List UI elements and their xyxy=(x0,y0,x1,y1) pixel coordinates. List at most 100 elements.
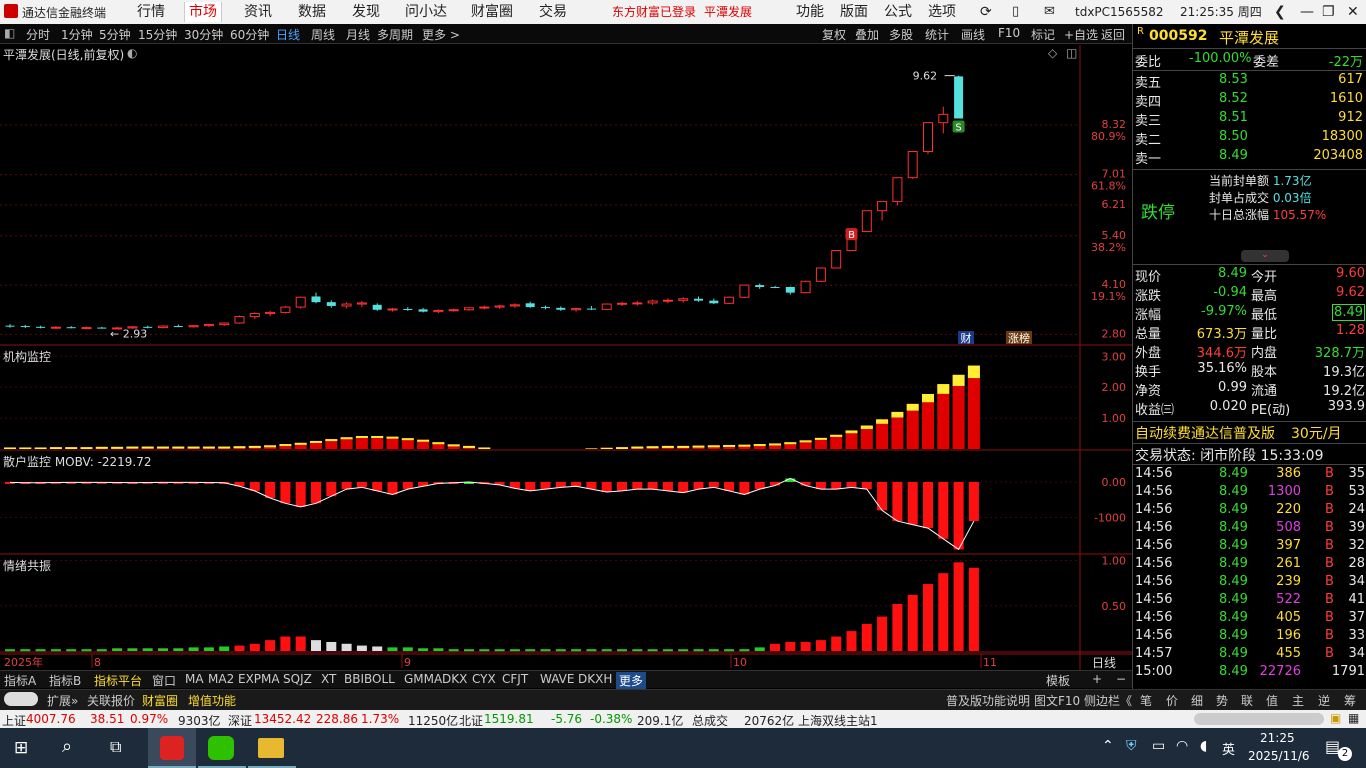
candle[interactable] xyxy=(81,326,92,330)
side-chou[interactable]: 筹 xyxy=(1344,692,1356,709)
menu-shuju[interactable]: 数据 xyxy=(298,2,326,22)
candle[interactable] xyxy=(954,75,964,119)
tick-row[interactable]: 14:56 8.49 522 B 41 xyxy=(1133,592,1366,611)
candle[interactable] xyxy=(709,298,719,305)
tick-row[interactable]: 14:56 8.49 239 B 34 xyxy=(1133,574,1366,593)
taskbar-date[interactable]: 2025/11/6 xyxy=(1248,749,1310,763)
candle[interactable] xyxy=(36,325,46,329)
period-more[interactable]: 更多 > xyxy=(422,26,460,43)
period-week[interactable]: 周线 xyxy=(311,26,335,43)
candle[interactable] xyxy=(800,280,811,294)
wechat-taskbar-app[interactable] xyxy=(198,728,246,768)
indicator-tab-0[interactable]: 指标A xyxy=(4,672,36,689)
taskbar-time[interactable]: 21:25 xyxy=(1260,731,1295,745)
tool-diejia[interactable]: 叠加 xyxy=(855,26,879,43)
sidebar-toggle[interactable]: 侧边栏《 xyxy=(1084,692,1132,709)
indicator-tab-5[interactable]: MA2 xyxy=(208,672,234,686)
side-shi[interactable]: 势 xyxy=(1216,692,1228,709)
task-view-icon[interactable]: ⧉ xyxy=(110,737,121,757)
candle[interactable] xyxy=(724,296,735,305)
candle[interactable] xyxy=(50,326,61,329)
candle[interactable] xyxy=(938,106,949,134)
candle[interactable] xyxy=(525,301,535,308)
tick-row[interactable]: 14:56 8.49 405 B 37 xyxy=(1133,610,1366,629)
ask-row[interactable]: 卖五 8.53 617 xyxy=(1133,72,1366,91)
ask-row[interactable]: 卖三 8.51 912 xyxy=(1133,110,1366,129)
period-1min[interactable]: 1分钟 xyxy=(61,26,93,43)
windows-start-icon[interactable]: ⊞ xyxy=(14,738,28,758)
indicator-tab-2[interactable]: 指标平台 xyxy=(94,672,142,689)
candle[interactable] xyxy=(877,201,888,221)
indicator-tab-15[interactable]: DKXH xyxy=(578,672,612,686)
candle[interactable] xyxy=(326,300,336,308)
ask-row[interactable]: 卖一 8.49 203408 xyxy=(1133,148,1366,167)
candle[interactable] xyxy=(295,296,306,309)
period-month[interactable]: 月线 xyxy=(346,26,370,43)
candle[interactable] xyxy=(739,284,750,298)
indicator-tab-16[interactable]: 更多 xyxy=(616,672,647,689)
side-zhi[interactable]: 值 xyxy=(1266,692,1278,709)
battery-icon[interactable]: ▭ xyxy=(1152,738,1165,754)
restore-icon[interactable]: ❐ xyxy=(1322,2,1335,22)
tick-row[interactable]: 14:56 8.49 196 B 33 xyxy=(1133,628,1366,647)
menu-wenxiaoda[interactable]: 问小达 xyxy=(405,2,447,22)
candle[interactable] xyxy=(188,324,199,328)
candle[interactable] xyxy=(356,301,367,308)
period-multi[interactable]: 多周期 xyxy=(377,26,413,43)
indicator-tab-8[interactable]: XT xyxy=(321,672,336,686)
candle[interactable] xyxy=(66,326,76,329)
tool-huaxian[interactable]: 画线 xyxy=(961,26,985,43)
side-xi[interactable]: 细 xyxy=(1191,692,1203,709)
indicator-tab-11[interactable]: DKX xyxy=(442,672,467,686)
search-icon[interactable]: ⌕ xyxy=(62,736,72,757)
caifuquan-button[interactable]: 财富圈 xyxy=(142,692,178,709)
candle[interactable] xyxy=(647,299,658,305)
candle[interactable] xyxy=(861,210,872,233)
side-lian[interactable]: 联 xyxy=(1241,692,1253,709)
candle[interactable] xyxy=(173,324,183,328)
diamond-icon[interactable]: ◇ xyxy=(1048,46,1057,60)
promo-price[interactable]: 30元/月 xyxy=(1291,423,1342,443)
menu-jiaoyi[interactable]: 交易 xyxy=(539,2,567,22)
candle[interactable] xyxy=(448,308,459,312)
mail-icon[interactable]: ✉ xyxy=(1044,2,1055,22)
toggle-switch[interactable] xyxy=(4,692,38,706)
candle[interactable] xyxy=(158,325,168,329)
help-link[interactable]: 普及版功能说明 xyxy=(946,692,1030,709)
grid-icon[interactable]: ▦ xyxy=(1348,711,1359,725)
candle[interactable] xyxy=(265,310,276,317)
candle[interactable] xyxy=(311,292,321,304)
tool-biaoji[interactable]: 标记 xyxy=(1031,26,1055,43)
refresh-icon[interactable]: ⟳ xyxy=(980,2,992,22)
tick-row[interactable]: 14:56 8.49 261 B 28 xyxy=(1133,556,1366,575)
candle[interactable] xyxy=(632,301,643,306)
menu-gongneng[interactable]: 功能 xyxy=(796,2,824,22)
candle[interactable] xyxy=(219,322,230,327)
period-60min[interactable]: 60分钟 xyxy=(230,26,269,43)
menu-shichang[interactable]: 市场 xyxy=(184,2,222,22)
indicator-tab-6[interactable]: EXPMA xyxy=(238,672,280,686)
value-added-button[interactable]: 增值功能 xyxy=(188,692,236,709)
period-day[interactable]: 日线 xyxy=(276,26,300,43)
indicator-tab-12[interactable]: CYX xyxy=(472,672,496,686)
candle[interactable] xyxy=(494,304,505,309)
candle[interactable] xyxy=(479,305,490,310)
user-id[interactable]: tdxPC1565582 xyxy=(1075,2,1163,22)
candle[interactable] xyxy=(464,307,474,311)
server-name[interactable]: 上海双线主站1 xyxy=(798,712,878,729)
period-15min[interactable]: 15分钟 xyxy=(138,26,177,43)
candle[interactable] xyxy=(541,305,550,310)
candle[interactable] xyxy=(372,303,382,311)
template-button[interactable]: 模板 xyxy=(1046,672,1070,689)
period-fenshi[interactable]: 分时 xyxy=(26,26,50,43)
candle[interactable] xyxy=(433,309,444,314)
tool-tongji[interactable]: 统计 xyxy=(925,26,949,43)
menu-caifuquan[interactable]: 财富圈 xyxy=(471,2,513,22)
tick-row[interactable]: 14:56 8.49 397 B 32 xyxy=(1133,538,1366,557)
candle[interactable] xyxy=(907,151,918,179)
candle[interactable] xyxy=(418,307,428,313)
tick-row[interactable]: 15:00 8.49 22726 1791 xyxy=(1133,664,1366,683)
indicator-tab-14[interactable]: WAVE xyxy=(540,672,574,686)
candle[interactable] xyxy=(97,326,107,329)
menu-hangqing[interactable]: 行情 xyxy=(137,2,165,22)
